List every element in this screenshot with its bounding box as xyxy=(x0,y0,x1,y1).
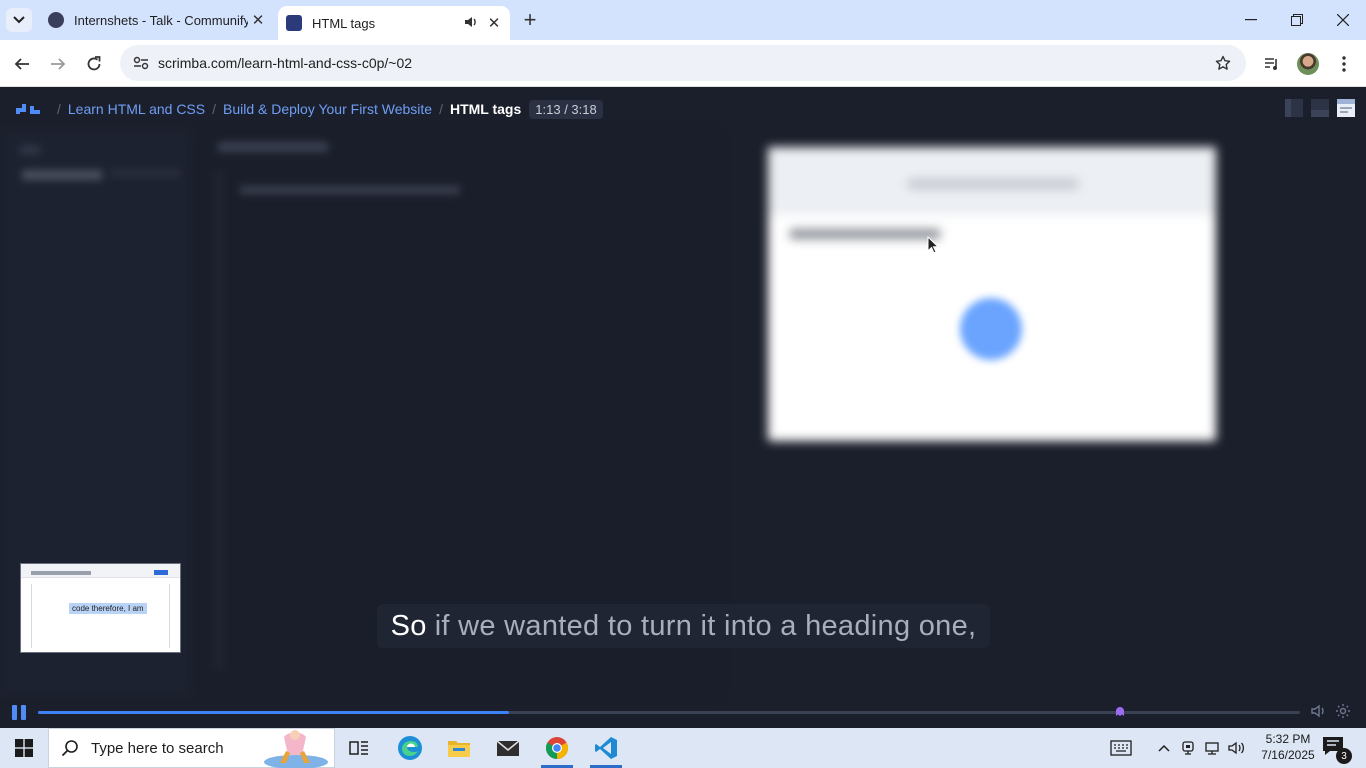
time-indicator: 1:13 / 3:18 xyxy=(529,99,603,119)
loading-spinner xyxy=(960,298,1022,360)
browser-menu-button[interactable] xyxy=(1330,50,1358,78)
close-icon[interactable]: ✕ xyxy=(484,13,504,33)
taskbar-search-box[interactable]: Type here to search xyxy=(48,728,335,768)
settings-button[interactable] xyxy=(1335,703,1353,721)
file-explorer-button[interactable] xyxy=(435,728,483,768)
close-icon[interactable]: ✕ xyxy=(248,10,268,30)
windows-taskbar: Type here to search 5:32 PM 7/16/2025 3 xyxy=(0,728,1366,768)
layout-split-icon[interactable] xyxy=(1310,98,1330,118)
network-icon[interactable] xyxy=(1202,728,1222,768)
restore-button[interactable] xyxy=(1274,0,1320,40)
reload-icon xyxy=(87,56,101,71)
tab-communify[interactable]: Internshets - Talk - Communify ✕ xyxy=(38,0,274,40)
search-highlight-illustration xyxy=(264,730,328,768)
chevron-up-icon xyxy=(1158,744,1170,752)
search-icon xyxy=(61,739,79,757)
system-clock[interactable]: 5:32 PM 7/16/2025 xyxy=(1256,731,1320,763)
subtitle-caption: So if we wanted to turn it into a headin… xyxy=(377,604,990,648)
meet-now-icon[interactable] xyxy=(1178,728,1198,768)
layout-switcher xyxy=(1284,98,1356,118)
tab-search-button[interactable] xyxy=(6,8,32,32)
show-hidden-icons-button[interactable] xyxy=(1154,728,1174,768)
close-icon xyxy=(1337,14,1349,26)
profile-button[interactable] xyxy=(1294,50,1322,78)
communify-icon xyxy=(48,12,64,28)
notification-center-button[interactable]: 3 xyxy=(1322,736,1352,764)
pause-button[interactable] xyxy=(12,705,28,721)
pause-icon xyxy=(12,705,17,720)
breadcrumb-module[interactable]: Build & Deploy Your First Website xyxy=(223,101,432,117)
forward-button[interactable] xyxy=(44,50,72,78)
caption-upcoming-text: if we wanted to turn it into a heading o… xyxy=(434,609,977,642)
scrimba-logo-icon[interactable] xyxy=(16,104,40,114)
clock-date: 7/16/2025 xyxy=(1261,748,1315,762)
browser-toolbar: scrimba.com/learn-html-and-css-c0p/~02 xyxy=(0,40,1366,87)
webcam-highlighted-text: code therefore, I am xyxy=(69,603,147,614)
task-view-button[interactable] xyxy=(335,728,383,768)
url-text[interactable]: scrimba.com/learn-html-and-css-c0p/~02 xyxy=(158,55,1208,71)
address-bar[interactable]: scrimba.com/learn-html-and-css-c0p/~02 xyxy=(120,45,1246,81)
volume-tray-icon[interactable] xyxy=(1226,728,1248,768)
tab-title: Internshets - Talk - Communify xyxy=(74,12,248,28)
scrimba-icon xyxy=(286,15,302,31)
chevron-down-icon xyxy=(13,16,25,24)
breadcrumb-course[interactable]: Learn HTML and CSS xyxy=(68,101,205,117)
gear-icon xyxy=(1336,704,1350,718)
browser-preview-panel xyxy=(768,147,1216,441)
mail-button[interactable] xyxy=(484,728,532,768)
search-placeholder: Type here to search xyxy=(91,739,224,757)
minimize-button[interactable] xyxy=(1228,0,1274,40)
edge-icon xyxy=(398,736,422,760)
vscode-button[interactable] xyxy=(582,728,630,768)
close-window-button[interactable] xyxy=(1320,0,1366,40)
tab-title: HTML tags xyxy=(312,15,376,31)
comment-marker-icon[interactable] xyxy=(1115,704,1125,716)
lesson-header: / Learn HTML and CSS / Build & Deploy Yo… xyxy=(0,88,1366,130)
chrome-icon xyxy=(546,737,568,759)
keyboard-layout-icon[interactable] xyxy=(1104,728,1138,768)
back-button[interactable] xyxy=(8,50,36,78)
arrow-left-icon xyxy=(14,58,29,70)
speaker-icon xyxy=(1311,704,1324,718)
edge-button[interactable] xyxy=(386,728,434,768)
scrimba-player: / Learn HTML and CSS / Build & Deploy Yo… xyxy=(0,88,1366,728)
task-view-icon xyxy=(349,741,368,755)
file-explorer-icon xyxy=(448,741,470,757)
breadcrumb-lesson: HTML tags xyxy=(449,101,522,117)
breadcrumb-separator: / xyxy=(439,101,443,117)
browser-tab-strip: Internshets - Talk - Communify ✕ HTML ta… xyxy=(0,0,1366,40)
minimize-icon xyxy=(1245,19,1257,21)
playlist-icon xyxy=(1265,58,1277,70)
player-controls xyxy=(0,698,1366,728)
breadcrumb-separator: / xyxy=(57,101,61,117)
breadcrumb-separator: / xyxy=(212,101,216,117)
instructor-webcam-thumbnail[interactable]: code therefore, I am xyxy=(20,563,181,653)
reload-button[interactable] xyxy=(80,50,108,78)
progress-fill xyxy=(38,711,509,714)
volume-button[interactable] xyxy=(1311,703,1329,721)
notification-count-badge: 3 xyxy=(1336,748,1352,764)
caption-spoken-word: So xyxy=(390,609,427,642)
progress-bar[interactable] xyxy=(38,711,1300,714)
layout-browser-icon[interactable] xyxy=(1336,98,1356,118)
site-info-icon[interactable] xyxy=(126,56,156,70)
speaker-icon[interactable] xyxy=(464,15,478,32)
mouse-cursor-icon xyxy=(927,235,940,259)
new-tab-button[interactable]: + xyxy=(518,7,542,32)
layout-sidebar-icon[interactable] xyxy=(1284,98,1304,118)
windows-logo-icon xyxy=(15,739,33,757)
avatar xyxy=(1297,53,1319,75)
start-button[interactable] xyxy=(0,728,48,768)
vscode-icon xyxy=(595,737,617,759)
tab-html-tags[interactable]: HTML tags ✕ xyxy=(278,6,510,40)
arrow-right-icon xyxy=(51,58,66,70)
chrome-button[interactable] xyxy=(533,728,581,768)
bookmark-star-icon[interactable] xyxy=(1208,55,1238,71)
kebab-menu-icon xyxy=(1342,56,1346,72)
media-controls-button[interactable] xyxy=(1258,50,1286,78)
mail-icon xyxy=(496,740,520,756)
clock-time: 5:32 PM xyxy=(1265,732,1311,746)
restore-icon xyxy=(1291,14,1303,26)
